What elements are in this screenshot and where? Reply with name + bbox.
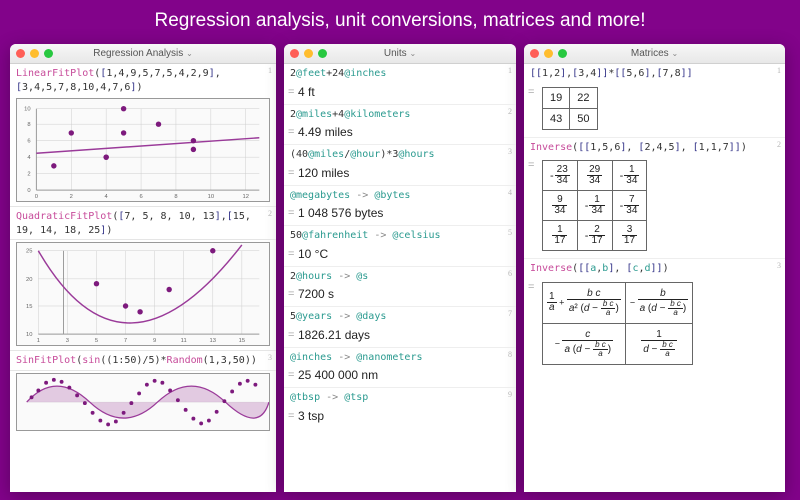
cell-output: -2334 2934 -134 934 -134 -734 117 -217 3…: [524, 156, 785, 259]
cell-output: 10 °C: [284, 245, 516, 267]
svg-text:9: 9: [153, 338, 156, 344]
cell-output: 3 tsp: [284, 407, 516, 428]
window-matrices: Matrices ⌄ [[1,2],[3,4]]*[[5,6],[7,8]]1 …: [524, 44, 785, 492]
cell-number: 1: [508, 66, 512, 77]
cell-input[interactable]: @inches -> @nanometers8: [284, 348, 516, 367]
svg-text:6: 6: [27, 139, 30, 145]
cell-number: 3: [777, 261, 781, 272]
cell-output: 1826.21 days: [284, 326, 516, 348]
titlebar[interactable]: Regression Analysis ⌄: [10, 44, 276, 64]
chevron-down-icon[interactable]: ⌄: [671, 49, 678, 58]
cell-input[interactable]: 5@years -> @days7: [284, 307, 516, 326]
titlebar[interactable]: Matrices ⌄: [524, 44, 785, 64]
svg-text:8: 8: [174, 194, 177, 200]
cell-output: 4.49 miles: [284, 123, 516, 145]
matrix-result: 1922 4350: [542, 87, 598, 130]
cell-number: 3: [268, 353, 272, 364]
svg-text:3: 3: [66, 338, 69, 344]
cell-input[interactable]: @megabytes -> @bytes4: [284, 186, 516, 205]
cell-input[interactable]: 2@feet+24@inches1: [284, 64, 516, 83]
svg-text:4: 4: [27, 155, 31, 161]
matrix-inverse: -2334 2934 -134 934 -134 -734 117 -217 3…: [542, 160, 647, 251]
close-icon[interactable]: [530, 49, 539, 58]
cell-number: 1: [268, 66, 272, 77]
svg-text:10: 10: [24, 107, 30, 113]
cell-input[interactable]: [[1,2],[3,4]]*[[5,6],[7,8]]1: [524, 64, 785, 83]
chevron-down-icon[interactable]: ⌄: [409, 49, 416, 58]
close-icon[interactable]: [290, 49, 299, 58]
cell-input[interactable]: Inverse([[1,5,6], [2,4,5], [1,1,7]])2: [524, 138, 785, 157]
zoom-icon[interactable]: [558, 49, 567, 58]
close-icon[interactable]: [16, 49, 25, 58]
svg-text:20: 20: [26, 277, 32, 283]
cell-number: 9: [508, 390, 512, 401]
minimize-icon[interactable]: [30, 49, 39, 58]
cell-input[interactable]: 2@miles+4@kilometers2: [284, 105, 516, 124]
cell-output: 1 048 576 bytes: [284, 204, 516, 226]
quadratic-fit-plot[interactable]: 13579111315 10152025: [16, 242, 270, 346]
content-area: 2@feet+24@inches1 4 ft 2@miles+4@kilomet…: [284, 64, 516, 492]
windows-row: Regression Analysis ⌄ LinearFitPlot([1,4…: [0, 44, 800, 492]
cell-number: 8: [508, 350, 512, 361]
cell-input[interactable]: @tbsp -> @tsp9: [284, 388, 516, 407]
svg-text:5: 5: [95, 338, 98, 344]
svg-text:10: 10: [208, 194, 214, 200]
cell-input[interactable]: LinearFitPlot([1,4,9,5,7,5,4,2,9],[3,4,5…: [10, 64, 276, 96]
cell-number: 4: [508, 188, 512, 199]
svg-text:13: 13: [210, 338, 216, 344]
banner: Regression analysis, unit conversions, m…: [0, 0, 800, 44]
svg-text:1: 1: [37, 338, 40, 344]
minimize-icon[interactable]: [304, 49, 313, 58]
svg-text:2: 2: [70, 194, 73, 200]
svg-text:11: 11: [181, 338, 187, 344]
svg-text:25: 25: [26, 249, 32, 255]
window-regression: Regression Analysis ⌄ LinearFitPlot([1,4…: [10, 44, 276, 492]
svg-text:15: 15: [239, 338, 245, 344]
cell-input[interactable]: QuadraticFitPlot([7, 5, 8, 10, 13],[15, …: [10, 206, 276, 240]
cell-number: 7: [508, 309, 512, 320]
cell-input[interactable]: (40@miles/@hour)*3@hours3: [284, 145, 516, 164]
window-title: Matrices: [631, 48, 669, 59]
content-area: [[1,2],[3,4]]*[[5,6],[7,8]]1 1922 4350 I…: [524, 64, 785, 492]
cell-output: 120 miles: [284, 164, 516, 186]
cell-output: 4 ft: [284, 83, 516, 105]
zoom-icon[interactable]: [44, 49, 53, 58]
chevron-down-icon[interactable]: ⌄: [186, 49, 193, 58]
window-units: Units ⌄ 2@feet+24@inches1 4 ft 2@miles+4…: [284, 44, 516, 492]
cell-number: 1: [777, 66, 781, 77]
cell-output: 1922 4350: [524, 83, 785, 138]
minimize-icon[interactable]: [544, 49, 553, 58]
content-area: LinearFitPlot([1,4,9,5,7,5,4,2,9],[3,4,5…: [10, 64, 276, 492]
window-title: Regression Analysis: [93, 48, 183, 59]
svg-text:7: 7: [124, 338, 127, 344]
svg-text:8: 8: [27, 122, 30, 128]
linear-fit-plot[interactable]: 0 2 4 6 8 10 12 0 2 4 6 8 10: [16, 98, 270, 202]
cell-number: 2: [268, 209, 272, 220]
cell-input[interactable]: 50@fahrenheit -> @celsius5: [284, 226, 516, 245]
svg-text:12: 12: [243, 194, 249, 200]
cell-output: 1a + b ca² (d − b ca) − ba (d − b ca) − …: [524, 278, 785, 372]
zoom-icon[interactable]: [318, 49, 327, 58]
cell-number: 2: [508, 107, 512, 118]
cell-number: 6: [508, 269, 512, 280]
cell-input[interactable]: 2@hours -> @s6: [284, 267, 516, 286]
cell-input[interactable]: SinFitPlot(sin((1:50)/5)*Random(1,3,50))…: [10, 350, 276, 371]
cell-number: 2: [777, 140, 781, 151]
svg-text:0: 0: [35, 194, 38, 200]
svg-text:2: 2: [27, 172, 30, 178]
matrix-symbolic-inverse: 1a + b ca² (d − b ca) − ba (d − b ca) − …: [542, 282, 693, 365]
cell-number: 3: [508, 147, 512, 158]
cell-output: 25 400 000 nm: [284, 366, 516, 388]
svg-text:0: 0: [27, 188, 30, 194]
svg-text:10: 10: [26, 332, 32, 338]
cell-number: 5: [508, 228, 512, 239]
sin-fit-plot[interactable]: [16, 373, 270, 431]
window-title: Units: [384, 48, 407, 59]
cell-input[interactable]: Inverse([[a,b], [c,d]])3: [524, 259, 785, 278]
svg-text:4: 4: [105, 194, 109, 200]
svg-text:6: 6: [139, 194, 142, 200]
titlebar[interactable]: Units ⌄: [284, 44, 516, 64]
svg-text:15: 15: [26, 304, 32, 310]
cell-output: 7200 s: [284, 285, 516, 307]
